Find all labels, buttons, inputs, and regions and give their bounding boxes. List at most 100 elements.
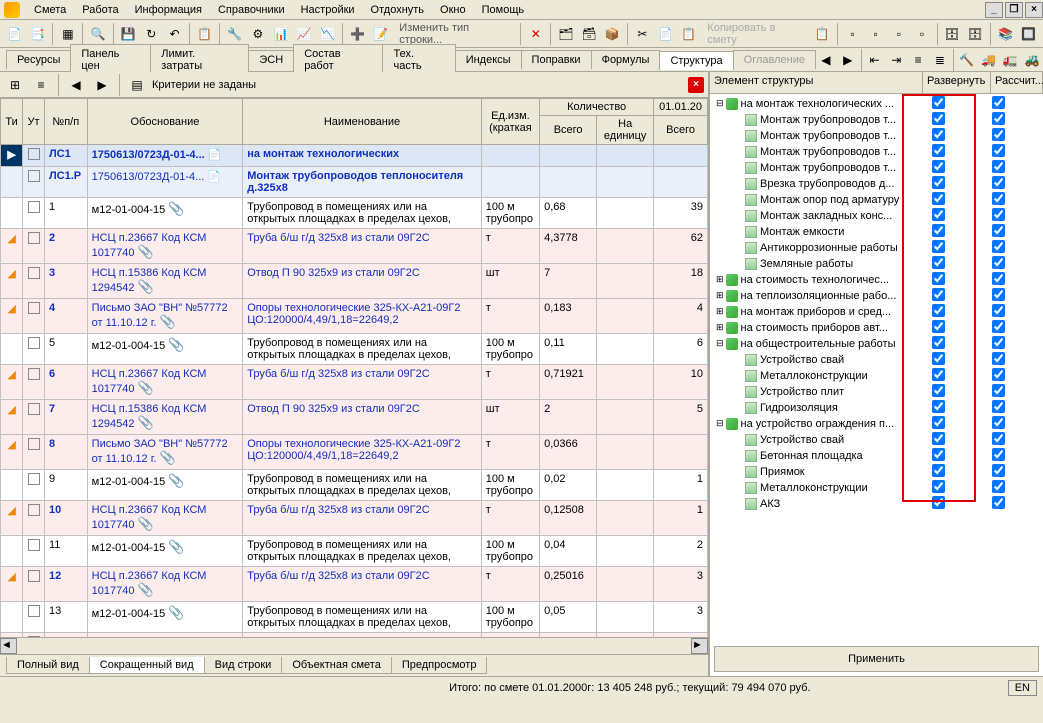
tab-2[interactable]: Лимит. затраты	[150, 44, 249, 75]
attachment-icon[interactable]: 📎	[168, 473, 184, 488]
tool-icon[interactable]: 🗂	[555, 23, 576, 45]
tree-row[interactable]: Монтаж емкости	[712, 224, 1041, 240]
tool-icon[interactable]: 🔧	[224, 23, 245, 45]
col-ut[interactable]: Ут	[23, 99, 45, 145]
tool-icon[interactable]: 📉	[317, 23, 338, 45]
tree-row[interactable]: Гидроизоляция	[712, 400, 1041, 416]
scroll-right-icon[interactable]: ►	[691, 638, 708, 654]
table-row[interactable]: ◢12НСЦ п.23667 Код КСМ 1017740 📎Труба б/…	[1, 567, 708, 602]
change-type-label[interactable]: Изменить тип строки...	[393, 22, 516, 46]
checkbox[interactable]	[28, 337, 40, 349]
save-icon[interactable]: 💾	[118, 23, 139, 45]
tab-5[interactable]: Тех. часть	[382, 44, 455, 75]
expand-checkbox[interactable]	[932, 480, 945, 493]
checkbox[interactable]	[28, 170, 40, 182]
tool-icon[interactable]: ▫	[911, 23, 932, 45]
checkbox[interactable]	[28, 368, 40, 380]
attachment-icon[interactable]: 📎	[159, 314, 175, 329]
calc-checkbox[interactable]	[992, 160, 1005, 173]
calc-checkbox[interactable]	[992, 496, 1005, 509]
menu-item[interactable]: Отдохнуть	[363, 2, 433, 18]
structure-tree[interactable]: ⊟на монтаж технологических ... Монтаж тру…	[710, 94, 1043, 642]
expand-checkbox[interactable]	[932, 128, 945, 141]
tree-row[interactable]: ⊞на стоимость приборов авт...	[712, 320, 1041, 336]
checkbox[interactable]	[28, 302, 40, 314]
tree-row[interactable]: Земляные работы	[712, 256, 1041, 272]
tool-icon[interactable]: ▫	[842, 23, 863, 45]
calc-checkbox[interactable]	[992, 464, 1005, 477]
table-row[interactable]: ◢10НСЦ п.23667 Код КСМ 1017740 📎Труба б/…	[1, 501, 708, 536]
expand-icon[interactable]: ⊞	[716, 274, 724, 285]
checkbox[interactable]	[28, 403, 40, 415]
checkbox[interactable]	[28, 570, 40, 582]
tree-row[interactable]: ⊟на устройство ограждения п...	[712, 416, 1041, 432]
tool-icon[interactable]: ▫	[888, 23, 909, 45]
expand-checkbox[interactable]	[932, 496, 945, 509]
tab-0[interactable]: Ресурсы	[6, 50, 71, 69]
expand-checkbox[interactable]	[932, 96, 945, 109]
truck-icon[interactable]: 🚜	[1021, 49, 1043, 71]
table-row[interactable]: ◢6НСЦ п.23667 Код КСМ 1017740 📎Труба б/ш…	[1, 365, 708, 400]
table-row[interactable]: ◢3НСЦ п.15386 Код КСМ 1294542 📎Отвод П 9…	[1, 264, 708, 299]
calc-checkbox[interactable]	[992, 224, 1005, 237]
menu-item[interactable]: Работа	[74, 2, 126, 18]
truck-icon[interactable]: 🚛	[999, 49, 1021, 71]
expand-checkbox[interactable]	[932, 320, 945, 333]
col-kol[interactable]: Количество	[540, 99, 654, 116]
calc-checkbox[interactable]	[992, 144, 1005, 157]
cut-icon[interactable]: ✂	[632, 23, 653, 45]
delete-icon[interactable]: ✕	[525, 23, 546, 45]
expand-checkbox[interactable]	[932, 304, 945, 317]
expand-icon[interactable]: ⊟	[716, 418, 724, 429]
checkbox[interactable]	[28, 438, 40, 450]
tree-row[interactable]: Монтаж опор под арматуру	[712, 192, 1041, 208]
undo-icon[interactable]: ↶	[164, 23, 185, 45]
menu-item[interactable]: Справочники	[210, 2, 293, 18]
col-element[interactable]: Элемент структуры	[710, 72, 923, 93]
table-row[interactable]: 5м12-01-004-15 📎Трубопровод в помещениях…	[1, 334, 708, 365]
tool-icon[interactable]: 📝	[370, 23, 391, 45]
expand-checkbox[interactable]	[932, 144, 945, 157]
tool-icon[interactable]: ⚙	[247, 23, 268, 45]
table-row[interactable]: ◢2НСЦ п.23667 Код КСМ 1017740 📎Труба б/ш…	[1, 229, 708, 264]
menu-item[interactable]: Настройки	[293, 2, 363, 18]
copy-to-estimate-label[interactable]: Копировать в смету	[701, 22, 809, 46]
attachment-icon[interactable]: 📎	[138, 516, 154, 531]
table-row[interactable]: 9м12-01-004-15 📎Трубопровод в помещениях…	[1, 470, 708, 501]
expand-checkbox[interactable]	[932, 336, 945, 349]
expand-checkbox[interactable]	[932, 176, 945, 189]
expand-checkbox[interactable]	[932, 192, 945, 205]
calc-checkbox[interactable]	[992, 176, 1005, 189]
tree-row[interactable]: Врезка трубопроводов д...	[712, 176, 1041, 192]
table-row[interactable]: ◢4Письмо ЗАО "ВН" №57772 от 11.10.12 г. …	[1, 299, 708, 334]
menu-item[interactable]: Информация	[127, 2, 210, 18]
table-row[interactable]: 13м12-01-004-15 📎Трубопровод в помещения…	[1, 602, 708, 633]
calc-checkbox[interactable]	[992, 304, 1005, 317]
expand-checkbox[interactable]	[932, 448, 945, 461]
book-icon[interactable]: 📚	[995, 23, 1016, 45]
calc-checkbox[interactable]	[992, 336, 1005, 349]
expand-icon[interactable]: ⊞	[716, 322, 724, 333]
filter-icon[interactable]: ▤	[126, 74, 148, 96]
col-obos[interactable]: Обоснование	[87, 99, 243, 145]
checkbox[interactable]	[28, 473, 40, 485]
tree-row[interactable]: Металлоконструкции	[712, 368, 1041, 384]
checkbox[interactable]	[28, 605, 40, 617]
col-ti[interactable]: Ти	[1, 99, 23, 145]
excel-icon[interactable]: ▦	[57, 23, 78, 45]
expand-checkbox[interactable]	[932, 464, 945, 477]
calc-checkbox[interactable]	[992, 96, 1005, 109]
indent-right-icon[interactable]: ⇥	[885, 49, 907, 71]
expand-checkbox[interactable]	[932, 208, 945, 221]
tree-row[interactable]: Монтаж трубопроводов т...	[712, 160, 1041, 176]
expand-checkbox[interactable]	[932, 112, 945, 125]
tree-row[interactable]: ⊟на монтаж технологических ...	[712, 96, 1041, 112]
expand-checkbox[interactable]	[932, 368, 945, 381]
table-row[interactable]: 11м12-01-004-15 📎Трубопровод в помещения…	[1, 536, 708, 567]
attachment-icon[interactable]: 📎	[138, 244, 154, 259]
col-calc[interactable]: Рассчит...	[991, 72, 1043, 93]
h-scrollbar[interactable]: ◄ ►	[0, 637, 708, 654]
expand-icon[interactable]: ⊞	[716, 290, 724, 301]
tree-row[interactable]: Антикоррозионные работы	[712, 240, 1041, 256]
tree-row[interactable]: Металлоконструкции	[712, 480, 1041, 496]
